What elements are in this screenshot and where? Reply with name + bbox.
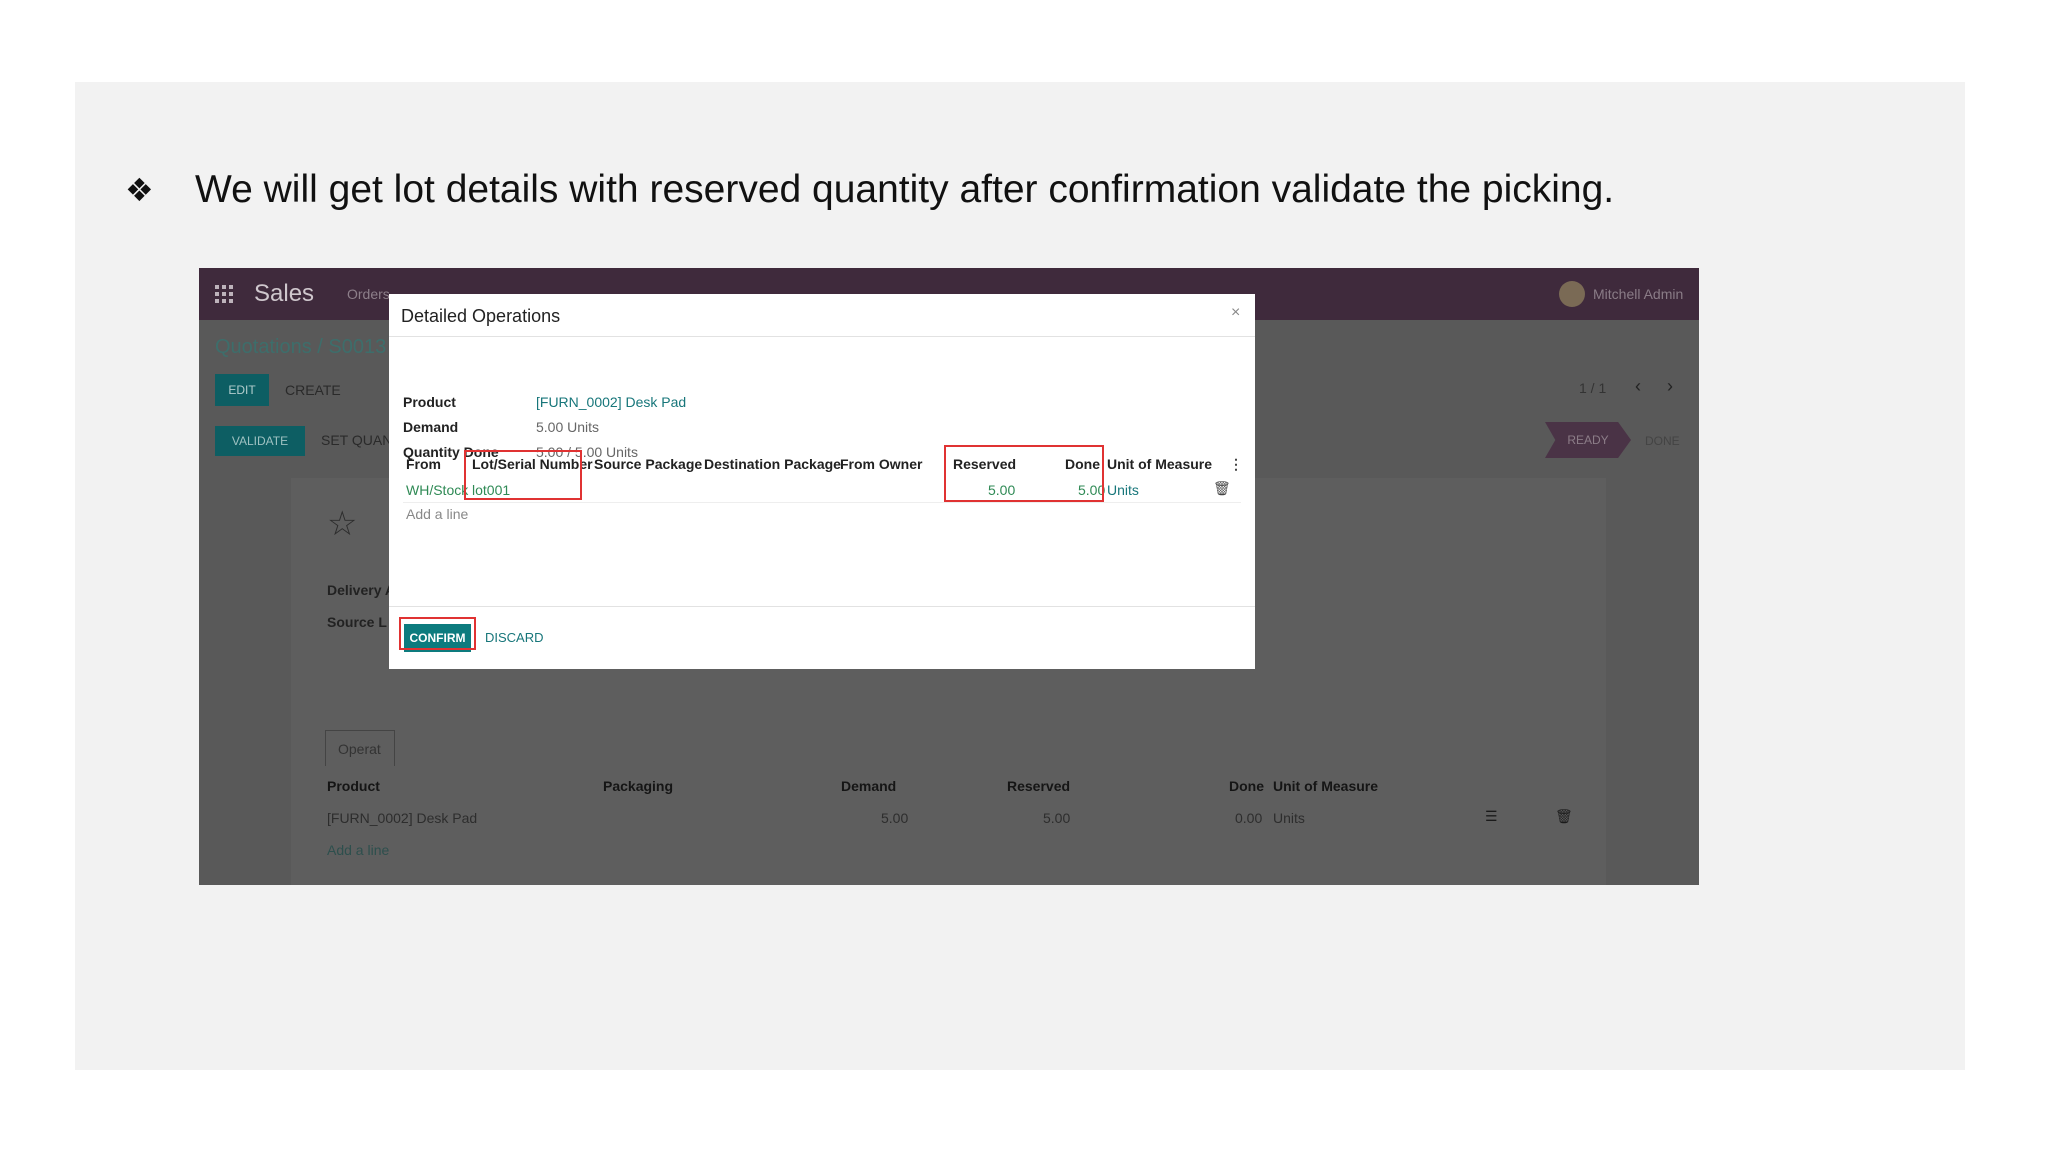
column-header-from-owner[interactable]: From Owner bbox=[840, 456, 922, 472]
column-header-packaging: Packaging bbox=[603, 778, 674, 794]
column-header-source-package[interactable]: Source Package bbox=[594, 456, 702, 472]
breadcrumb[interactable]: Quotations / S0013 bbox=[215, 336, 386, 359]
row-reserved: 5.00 bbox=[1043, 810, 1071, 826]
column-header-product: Product bbox=[327, 778, 380, 794]
diamond-bullet-icon: ❖ bbox=[125, 171, 154, 209]
dialog-title: Detailed Operations bbox=[401, 306, 561, 326]
row-divider bbox=[403, 502, 1241, 503]
highlight-lot bbox=[464, 450, 582, 500]
column-options-icon[interactable]: ⋮ bbox=[1229, 456, 1243, 473]
highlight-confirm bbox=[399, 617, 476, 650]
demand-value: 5.00 Units bbox=[536, 419, 600, 435]
user-avatar[interactable] bbox=[1559, 281, 1585, 307]
row-uom: Units bbox=[1273, 810, 1305, 826]
column-header-done: Done bbox=[1229, 778, 1264, 794]
star-icon[interactable]: ☆ bbox=[327, 504, 357, 544]
chevron-right-icon[interactable]: › bbox=[1667, 376, 1673, 397]
trash-icon[interactable]: 🗑 bbox=[1555, 808, 1573, 825]
column-header-destination-package[interactable]: Destination Package bbox=[704, 456, 841, 472]
detailed-operations-icon[interactable]: ☰ bbox=[1485, 808, 1498, 825]
bullet-text: We will get lot details with reserved qu… bbox=[195, 168, 1615, 211]
set-quantities-button[interactable]: SET QUAN bbox=[321, 432, 392, 448]
footer-divider bbox=[389, 606, 1255, 607]
create-button[interactable]: CREATE bbox=[285, 382, 341, 398]
status-ready[interactable]: READY bbox=[1545, 422, 1631, 458]
column-header-reserved: Reserved bbox=[1007, 778, 1071, 794]
product-label: Product bbox=[403, 394, 456, 410]
odoo-screenshot: Sales Orders Mitchell Admin Quotations /… bbox=[199, 268, 1699, 885]
cell-from[interactable]: WH/Stock bbox=[406, 482, 468, 498]
status-done[interactable]: DONE bbox=[1645, 434, 1680, 448]
chevron-left-icon[interactable]: ‹ bbox=[1635, 376, 1641, 397]
product-value[interactable]: [FURN_0002] Desk Pad bbox=[536, 394, 686, 410]
add-line-link[interactable]: Add a line bbox=[406, 506, 468, 522]
row-demand: 5.00 bbox=[881, 810, 909, 826]
menu-orders[interactable]: Orders bbox=[347, 286, 390, 302]
discard-button[interactable]: DISCARD bbox=[485, 630, 544, 645]
tab-operations[interactable]: Operat bbox=[325, 730, 395, 766]
column-header-from[interactable]: From bbox=[406, 456, 441, 472]
highlight-reserved-done bbox=[944, 445, 1104, 502]
column-header-uom[interactable]: Unit of Measure bbox=[1107, 456, 1212, 472]
apps-grid-icon[interactable] bbox=[215, 285, 233, 303]
user-name[interactable]: Mitchell Admin bbox=[1593, 286, 1683, 302]
detailed-operations-dialog: Detailed Operations × Product [FURN_0002… bbox=[389, 294, 1255, 669]
delivery-address-label: Delivery A bbox=[327, 582, 395, 598]
trash-icon[interactable]: 🗑 bbox=[1213, 480, 1231, 497]
edit-button[interactable]: EDIT bbox=[215, 374, 269, 406]
demand-label: Demand bbox=[403, 419, 459, 435]
column-header-uom: Unit of Measure bbox=[1273, 778, 1379, 794]
pager-value: 1 / 1 bbox=[1579, 380, 1607, 396]
row-done: 0.00 bbox=[1235, 810, 1263, 826]
column-header-demand: Demand bbox=[841, 778, 897, 794]
header-divider bbox=[389, 336, 1255, 337]
row-product[interactable]: [FURN_0002] Desk Pad bbox=[327, 810, 477, 826]
app-name[interactable]: Sales bbox=[254, 280, 314, 308]
validate-button[interactable]: VALIDATE bbox=[215, 426, 305, 456]
close-icon[interactable]: × bbox=[1231, 304, 1240, 322]
cell-uom[interactable]: Units bbox=[1107, 482, 1139, 498]
add-line-link[interactable]: Add a line bbox=[327, 842, 389, 858]
bullet-point: ❖ We will get lot details with reserved … bbox=[125, 168, 1614, 212]
source-location-label: Source L bbox=[327, 614, 387, 630]
